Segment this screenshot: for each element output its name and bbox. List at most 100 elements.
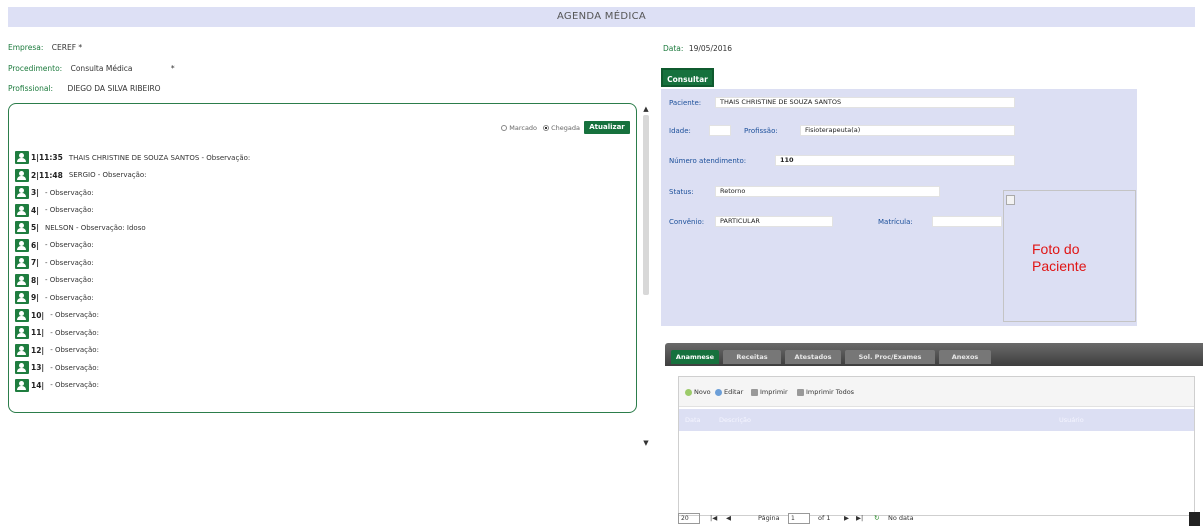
grid-header: Data Descrição Usuário	[679, 409, 1194, 431]
patient-slot-text: NELSON - Observação: Idoso	[44, 223, 146, 232]
patient-list-item[interactable]: 6| - Observação:	[15, 238, 94, 253]
scroll-up-icon[interactable]: ▲	[642, 105, 650, 113]
patient-slot-text: - Observação:	[50, 328, 99, 337]
matricula-field[interactable]	[932, 216, 1002, 227]
list-scrollbar[interactable]: ▲ ▼	[640, 103, 652, 451]
paciente-field[interactable]: THAIS CHRISTINE DE SOUZA SANTOS	[715, 97, 1015, 108]
page-title: AGENDA MÉDICA	[8, 7, 1195, 27]
tab-receitas[interactable]: Receitas	[723, 350, 781, 364]
patient-status-icon[interactable]	[15, 238, 29, 252]
patient-list-item[interactable]: 8| - Observação:	[15, 273, 94, 288]
empresa-row: Empresa: CEREF *	[8, 43, 82, 52]
empresa-select[interactable]: CEREF *	[52, 43, 82, 52]
patient-slot-number: 9|	[31, 293, 39, 302]
tab-anamnese[interactable]: Anamnese	[671, 350, 719, 364]
broken-image-icon	[1006, 195, 1015, 205]
patient-status-icon[interactable]	[15, 186, 29, 199]
imprimir-todos-button[interactable]: Imprimir Todos	[797, 388, 854, 396]
procedimento-select[interactable]: Consulta Médica	[71, 64, 133, 73]
atualizar-button[interactable]: Atualizar	[584, 121, 630, 134]
patient-photo: Foto do Paciente	[1003, 190, 1136, 322]
status-field[interactable]: Retorno	[715, 186, 940, 197]
profissional-label: Profissional:	[8, 84, 54, 93]
patient-slot-text: - Observação:	[44, 258, 94, 267]
tab-consultar[interactable]: Consultar	[661, 68, 714, 87]
novo-button[interactable]: Novo	[685, 388, 711, 396]
patient-slot-number: 13|	[31, 363, 45, 372]
date-label: Data:	[663, 44, 684, 53]
profissao-field[interactable]: Fisioterapeuta(a)	[800, 125, 1015, 136]
patient-status-icon[interactable]	[15, 256, 29, 269]
patient-status-icon[interactable]	[15, 168, 29, 182]
patient-status-icon[interactable]	[15, 361, 29, 374]
printer-icon	[751, 388, 758, 396]
patient-slot-number: 6|	[31, 240, 39, 250]
first-page-icon[interactable]: |◀	[710, 514, 717, 522]
tab-anexos[interactable]: Anexos	[939, 350, 991, 364]
radio-chegada[interactable]: Chegada	[543, 124, 580, 132]
imprimir-todos-label: Imprimir Todos	[806, 388, 855, 396]
convenio-label: Convênio:	[669, 218, 705, 226]
patient-slot-text: SERGIO - Observação:	[68, 171, 147, 179]
patient-list-item[interactable]: 13| - Observação:	[15, 360, 99, 375]
patient-slot-text: - Observação:	[50, 363, 99, 372]
patient-list-item[interactable]: 7| - Observação:	[15, 255, 94, 270]
radio-marcado[interactable]: Marcado	[501, 124, 537, 132]
idade-field[interactable]	[709, 125, 731, 136]
anamnese-grid: Novo Editar Imprimir Imprimir Todos Data…	[678, 376, 1195, 516]
atendimento-label: Número atendimento:	[669, 157, 747, 165]
patient-photo-placeholder: Foto do Paciente	[1032, 241, 1087, 274]
scroll-down-icon[interactable]: ▼	[642, 439, 650, 447]
patient-list-item[interactable]: 2|11:48 SERGIO - Observação:	[15, 168, 147, 183]
chevron-down-icon[interactable]: *	[171, 64, 175, 73]
patient-status-icon[interactable]	[15, 326, 29, 339]
patient-status-icon[interactable]	[15, 221, 29, 234]
page-number-input[interactable]: 1	[788, 513, 810, 524]
page-of-label: of 1	[818, 514, 831, 522]
profissional-value: DIEGO DA SILVA RIBEIRO	[67, 84, 161, 93]
empresa-label: Empresa:	[8, 43, 44, 52]
tab-atestados[interactable]: Atestados	[785, 350, 841, 364]
novo-label: Novo	[694, 388, 711, 396]
patient-list-item[interactable]: 3| - Observação:	[15, 185, 94, 200]
patient-status-icon[interactable]	[15, 308, 29, 322]
col-usuario[interactable]: Usuário	[1059, 416, 1084, 424]
patient-slot-number: 12|	[31, 345, 45, 355]
patient-status-icon[interactable]	[15, 343, 29, 357]
col-data[interactable]: Data	[685, 416, 701, 424]
patient-list-item[interactable]: 5| NELSON - Observação: Idoso	[15, 220, 146, 235]
patient-status-icon[interactable]	[15, 378, 29, 392]
patient-list-item[interactable]: 1|11:35 THAIS CHRISTINE DE SOUZA SANTOS -…	[15, 150, 250, 165]
profissao-label: Profissão:	[744, 127, 778, 135]
patient-slot-text: - Observação:	[44, 241, 94, 249]
refresh-icon[interactable]: ↻	[874, 514, 879, 522]
next-page-icon[interactable]: ▶	[844, 514, 849, 522]
imprimir-button[interactable]: Imprimir	[751, 388, 788, 396]
scroll-thumb[interactable]	[643, 115, 649, 295]
patient-status-icon[interactable]	[15, 203, 29, 217]
idade-label: Idade:	[669, 127, 691, 135]
convenio-field[interactable]: PARTICULAR	[715, 216, 833, 227]
patient-list-item[interactable]: 10| - Observação:	[15, 308, 99, 323]
patient-list-item[interactable]: 11| - Observação:	[15, 325, 99, 340]
col-descricao[interactable]: Descrição	[719, 416, 751, 424]
patient-status-icon[interactable]	[15, 291, 29, 304]
patient-list-item[interactable]: 14| - Observação:	[15, 378, 99, 393]
last-page-icon[interactable]: ▶|	[856, 514, 863, 522]
patient-status-icon[interactable]	[15, 151, 29, 164]
printer-icon	[797, 388, 804, 396]
page-size-select[interactable]: 20	[678, 513, 700, 524]
tab-sol-proc-exames[interactable]: Sol. Proc/Exames	[845, 350, 935, 364]
patient-list-item[interactable]: 12| - Observação:	[15, 343, 99, 358]
patient-slot-text: - Observação:	[50, 311, 99, 319]
patient-slot-text: - Observação:	[50, 346, 99, 354]
patient-list-item[interactable]: 4| - Observação:	[15, 203, 94, 218]
pager-empty-text: No data	[888, 514, 914, 522]
prev-page-icon[interactable]: ◀	[726, 514, 731, 522]
editar-button[interactable]: Editar	[715, 388, 743, 396]
patient-list-item[interactable]: 9| - Observação:	[15, 290, 94, 305]
patient-status-icon[interactable]	[15, 273, 29, 287]
atendimento-field[interactable]: 110	[775, 155, 1015, 166]
matricula-label: Matrícula:	[878, 218, 913, 226]
patient-slot-text: - Observação:	[44, 276, 94, 284]
